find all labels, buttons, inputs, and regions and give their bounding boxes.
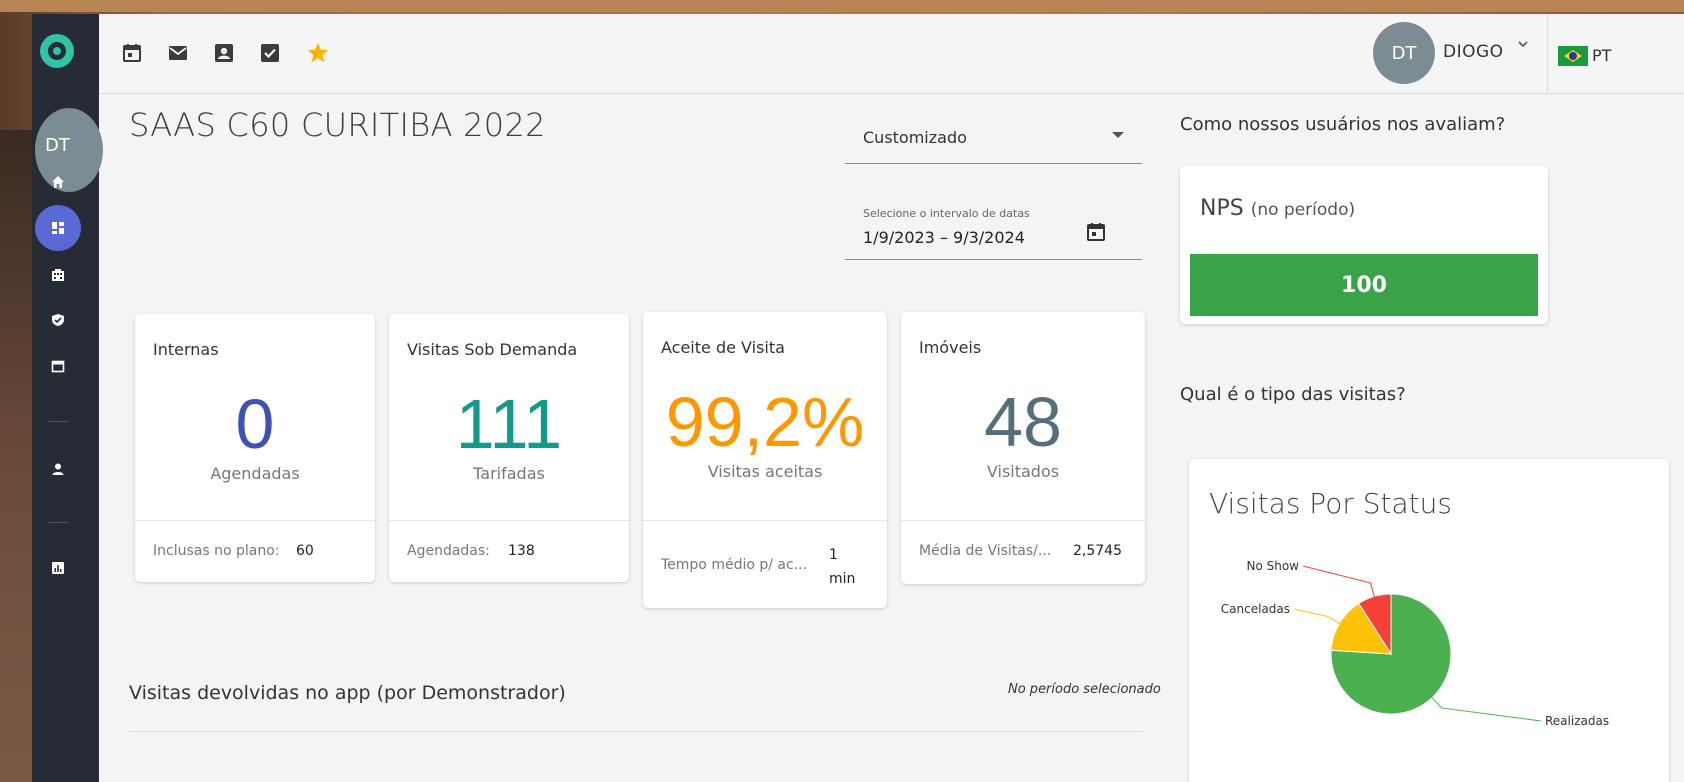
- page-title: SAAS C60 CURITIBA 2022: [129, 106, 546, 144]
- card-subtitle: Tarifadas: [473, 464, 545, 483]
- metric-card-visitas-sob-demanda: Visitas Sob Demanda 111 Tarifadas Agenda…: [389, 314, 629, 582]
- card-value: 48: [984, 383, 1062, 461]
- card-title: Aceite de Visita: [661, 338, 785, 357]
- top-bar: DT DIOGO PT: [99, 14, 1684, 94]
- building-icon[interactable]: [48, 265, 68, 285]
- section-note: No período selecionado: [1008, 682, 1161, 697]
- star-icon[interactable]: [305, 40, 331, 66]
- mail-icon[interactable]: [165, 40, 191, 66]
- date-range-value: 1/9/2023 – 9/3/2024: [863, 228, 1025, 247]
- brazil-flag-icon[interactable]: [1558, 46, 1588, 66]
- background-strip: [0, 0, 1684, 12]
- chevron-down-icon[interactable]: [1517, 38, 1529, 54]
- section-divider: [129, 731, 1142, 732]
- card-value: 99,2%: [665, 383, 865, 461]
- card-footer-label: Inclusas no plano:: [153, 543, 280, 559]
- card-value: 111: [455, 385, 563, 463]
- app-logo[interactable]: [40, 34, 74, 68]
- top-bar-divider: [1547, 14, 1548, 94]
- contact-icon[interactable]: [211, 40, 237, 66]
- nps-title: NPS (no período): [1200, 196, 1355, 221]
- sidebar: DT: [32, 14, 103, 782]
- sidebar-divider: [49, 421, 69, 422]
- pie-label: Canceladas: [1221, 602, 1290, 616]
- card-footer-value: 2,5745: [1073, 543, 1122, 559]
- card-subtitle: Visitados: [986, 462, 1060, 481]
- pie-leader-line: [1302, 565, 1376, 599]
- dashboard-icon[interactable]: [35, 205, 81, 251]
- card-footer-value: 1 min: [829, 543, 855, 591]
- sidebar-divider: [49, 522, 69, 523]
- calendar-icon[interactable]: [119, 40, 145, 66]
- language-label[interactable]: PT: [1592, 46, 1611, 65]
- nps-period: (no período): [1250, 200, 1356, 220]
- logo-dot: [53, 47, 61, 55]
- calendar-icon[interactable]: [48, 356, 68, 376]
- person-icon[interactable]: [48, 459, 68, 479]
- checkbox-icon[interactable]: [257, 40, 283, 66]
- card-title: Visitas Sob Demanda: [407, 340, 578, 359]
- home-icon[interactable]: [48, 172, 68, 192]
- metric-card-imoveis: Imóveis 48 Visitados Média de Visitas/..…: [901, 312, 1145, 584]
- date-range-label: Selecione o intervalo de datas: [863, 207, 1030, 220]
- card-footer-value-number: 1: [829, 547, 838, 563]
- sidebar-avatar[interactable]: DT: [35, 108, 103, 192]
- card-footer-label: Média de Visitas/...: [919, 543, 1052, 559]
- pie-label: Realizadas: [1545, 714, 1609, 728]
- background-shadow: [0, 130, 32, 782]
- logo-inner: [48, 42, 66, 60]
- card-footer: Média de Visitas/... 2,5745: [901, 520, 1145, 559]
- pie-leader-line: [1430, 695, 1542, 722]
- period-select-value: Customizado: [863, 128, 967, 147]
- pie-leader-line: [1293, 608, 1342, 625]
- nps-score-bar: 100: [1190, 254, 1538, 316]
- flag-circle: [1569, 52, 1577, 60]
- nps-card: NPS (no período) 100: [1180, 166, 1548, 324]
- report-icon[interactable]: [48, 558, 68, 578]
- nps-label: NPS: [1200, 196, 1244, 221]
- pie-chart: Realizadas Canceladas No Show: [1221, 559, 1609, 728]
- card-footer-label: Agendadas:: [407, 543, 490, 559]
- card-footer: Tempo médio p/ ac... 1 min: [643, 520, 887, 587]
- user-avatar[interactable]: DT: [1373, 22, 1435, 84]
- nps-question: Como nossos usuários nos avaliam?: [1180, 114, 1506, 135]
- card-footer-value: 60: [296, 543, 314, 559]
- dropdown-arrow-icon: [1112, 132, 1124, 138]
- flag-diamond: [1564, 50, 1582, 62]
- metric-card-aceite-de-visita: Aceite de Visita 99,2% Visitas aceitas T…: [643, 312, 887, 608]
- metric-card-internas: Internas 0 Agendadas Inclusas no plano: …: [135, 314, 375, 582]
- card-footer-value: 138: [508, 543, 535, 559]
- date-range-field[interactable]: Selecione o intervalo de datas 1/9/2023 …: [845, 204, 1142, 260]
- card-subtitle: Agendadas: [210, 464, 300, 483]
- shield-check-icon[interactable]: [48, 310, 68, 330]
- card-footer-value-unit: min: [829, 571, 856, 587]
- card-footer: Inclusas no plano: 60: [135, 520, 375, 559]
- card-title: Internas: [153, 340, 219, 359]
- card-footer-label: Tempo médio p/ ac...: [661, 557, 808, 573]
- card-title: Imóveis: [919, 338, 982, 357]
- card-subtitle: Visitas aceitas: [707, 462, 823, 481]
- visits-status-chart-card: Visitas Por Status Realizadas Canceladas N…: [1189, 459, 1669, 782]
- card-value: 0: [235, 385, 275, 463]
- user-name[interactable]: DIOGO: [1443, 42, 1504, 62]
- card-footer: Agendadas: 138: [389, 520, 629, 559]
- visits-question: Qual é o tipo das visitas?: [1180, 384, 1406, 405]
- app-window: DT DT DIOGO PT SAAS C60 CURITIBA 2022 Cu…: [32, 14, 1684, 782]
- period-select[interactable]: Customizado: [845, 110, 1142, 164]
- section-title: Visitas devolvidas no app (por Demonstra…: [129, 682, 566, 704]
- calendar-icon[interactable]: [1086, 222, 1106, 247]
- pie-label: No Show: [1246, 559, 1299, 573]
